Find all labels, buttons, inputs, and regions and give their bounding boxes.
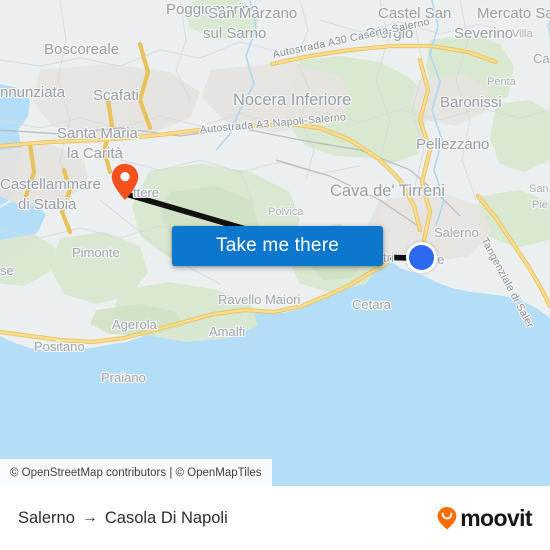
route-summary: Salerno → Casola Di Napoli <box>18 509 228 528</box>
route-origin-label: Salerno <box>18 508 75 527</box>
footer-bar: Salerno → Casola Di Napoli moovit <box>0 486 550 550</box>
attribution-text[interactable]: © OpenStreetMap contributors | © OpenMap… <box>10 467 262 479</box>
attribution-box: © OpenStreetMap contributors | © OpenMap… <box>0 459 272 486</box>
arrow-right-icon: → <box>81 508 98 526</box>
map-canvas[interactable]: Poggiomarino San Marzano sul Sarno Castel S… <box>0 0 550 486</box>
moovit-logo[interactable]: moovit <box>436 504 533 532</box>
moovit-map-screenshot: Poggiomarino San Marzano sul Sarno Castel S… <box>0 0 550 550</box>
map-attribution-bar: © OpenStreetMap contributors | © OpenMap… <box>0 459 550 486</box>
moovit-wordmark: moovit <box>460 504 532 531</box>
route-destination-label: Casola Di Napoli <box>104 508 228 527</box>
moovit-pin-icon <box>437 507 457 530</box>
origin-location-dot <box>406 242 437 273</box>
take-me-there-button[interactable]: Take me there <box>172 226 383 266</box>
